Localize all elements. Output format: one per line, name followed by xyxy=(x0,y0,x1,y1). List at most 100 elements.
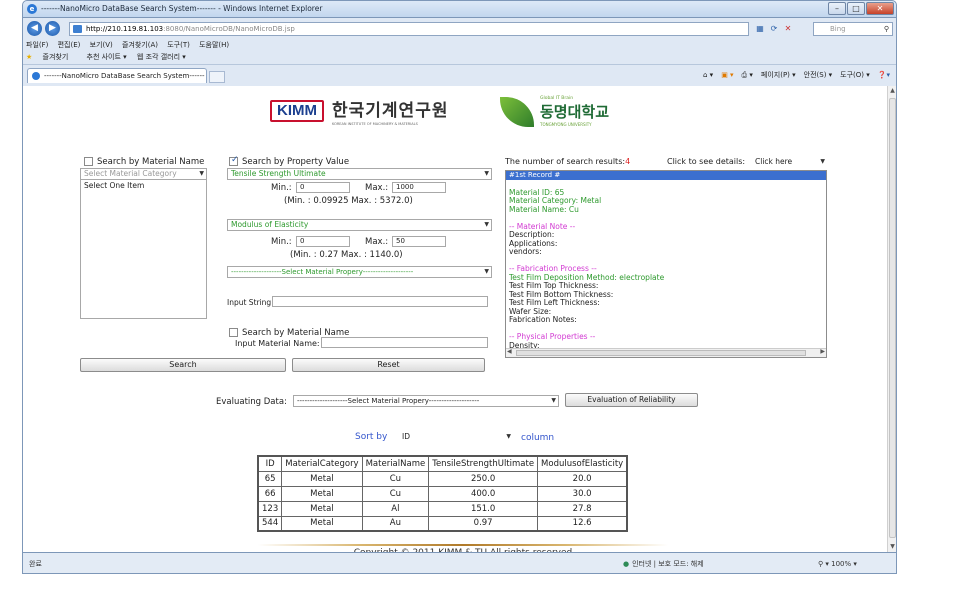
tools-menu[interactable]: 도구(O) ▾ xyxy=(840,69,870,81)
chevron-down-icon: ▼ xyxy=(820,158,825,165)
input-material-name-field[interactable] xyxy=(321,337,488,348)
menu-view[interactable]: 보기(V) xyxy=(90,41,113,49)
scroll-up-icon[interactable]: ▲ xyxy=(888,86,897,96)
security-zone[interactable]: 인터넷 | 보호 모드: 해제 xyxy=(623,553,704,575)
search-by-property-option[interactable]: Search by Property Value xyxy=(229,155,349,167)
scroll-right-icon[interactable]: ▶ xyxy=(820,348,825,355)
record-line: -- Material Note -- xyxy=(509,221,576,231)
status-bar: 완료 인터넷 | 보호 모드: 해제 ⚲ ▾ 100% ▾ xyxy=(22,552,897,574)
chevron-down-icon: ▼ xyxy=(199,170,204,177)
url-path: :8080/NanoMicroDB/NanoMicroDB.jsp xyxy=(163,25,295,33)
suggested-sites-link[interactable]: 추천 사이트 ▾ xyxy=(87,53,127,61)
property2-select[interactable]: Modulus of Elasticity ▼ xyxy=(227,219,492,231)
address-bar[interactable]: http://210.119.81.103:8080/NanoMicroDB/N… xyxy=(69,22,749,36)
vertical-scrollbar[interactable]: ▲ ▼ xyxy=(887,86,897,552)
column-header[interactable]: MaterialCategory xyxy=(281,455,363,472)
column-header[interactable]: MaterialName xyxy=(361,455,430,472)
search-by-material-name-option[interactable]: Search by Material Name xyxy=(84,157,204,167)
magnifier-icon: ⚲ ▾ xyxy=(818,560,829,568)
evaluation-of-reliability-button[interactable]: Evaluation of Reliability xyxy=(565,393,698,407)
property3-select[interactable]: --------------------Select Material Prop… xyxy=(227,266,492,278)
tab-current[interactable]: -------NanoMicro DataBase Search System-… xyxy=(27,68,207,94)
search-placeholder: Bing xyxy=(830,25,846,33)
print-icon[interactable]: ⎙ ▾ xyxy=(742,69,753,81)
favorites-bar: ★ 즐겨찾기 추천 사이트 ▾ 웹 조각 갤러리 ▾ xyxy=(23,51,896,63)
sort-column-label: column xyxy=(521,433,555,443)
sort-row: Sort by xyxy=(355,432,387,442)
maximize-button[interactable]: □ xyxy=(847,2,865,15)
table-row: 544 Metal Au 0.97 12.6 xyxy=(257,515,628,532)
compat-view-icon[interactable]: ▦ xyxy=(753,22,767,36)
results-table: ID MaterialCategory MaterialName TensileStr… xyxy=(257,455,629,532)
details-select[interactable]: Click here ▼ xyxy=(751,156,828,168)
search-box[interactable]: Bing ⚲ xyxy=(813,22,893,36)
minimize-button[interactable]: – xyxy=(828,2,846,15)
favorites-label: 즐겨찾기 xyxy=(42,53,69,61)
chevron-down-icon: ▼ xyxy=(484,268,489,275)
table-cell: Metal xyxy=(281,515,363,532)
menu-favorites[interactable]: 즐겨찾기(A) xyxy=(122,41,158,49)
safety-menu[interactable]: 안전(S) ▾ xyxy=(804,69,833,81)
table-cell: 123 xyxy=(257,500,283,517)
search-icon[interactable]: ⚲ xyxy=(884,23,889,35)
menu-help[interactable]: 도움말(H) xyxy=(199,41,229,49)
record-horizontal-scrollbar[interactable]: ◀ ▶ xyxy=(506,348,826,357)
scroll-thumb[interactable] xyxy=(889,98,896,538)
record-header: #1st Record # xyxy=(506,171,826,180)
evaluating-data-select[interactable]: --------------------Select Material Prop… xyxy=(293,395,559,407)
material-item-listbox[interactable]: Select One Item xyxy=(80,179,207,319)
chevron-down-icon: ▼ xyxy=(551,397,556,404)
scroll-left-icon[interactable]: ◀ xyxy=(507,348,512,355)
tu-leaf-icon xyxy=(500,96,534,127)
record-details-box[interactable]: #1st Record # Material ID: 65 Material Ca… xyxy=(505,170,827,358)
table-cell: Cu xyxy=(361,485,430,502)
browser-chrome: ◀ ▶ http://210.119.81.103:8080/NanoMicro… xyxy=(22,18,897,94)
reset-button[interactable]: Reset xyxy=(292,358,485,372)
help-icon[interactable]: ❓▾ xyxy=(878,69,890,81)
tab-page-icon xyxy=(32,72,40,80)
record-scroll-thumb[interactable] xyxy=(516,350,806,356)
favorites-button[interactable]: ★ 즐겨찾기 xyxy=(26,53,76,61)
status-text: 완료 xyxy=(29,560,42,568)
menu-tools[interactable]: 도구(T) xyxy=(167,41,190,49)
input-string-field[interactable] xyxy=(272,296,488,307)
evaluating-data-value: --------------------Select Material Prop… xyxy=(297,397,480,405)
property1-value: Tensile Strength Ultimate xyxy=(231,169,326,178)
sort-select[interactable]: ID ▼ xyxy=(398,431,514,443)
zoom-level[interactable]: ⚲ ▾ 100% ▾ xyxy=(818,553,857,575)
material-name-checkbox-2[interactable] xyxy=(229,328,238,337)
web-slice-gallery-link[interactable]: 웹 조각 갤러리 ▾ xyxy=(137,53,186,61)
close-button[interactable]: ✕ xyxy=(866,2,894,15)
list-item[interactable]: Select One Item xyxy=(84,181,203,190)
menu-file[interactable]: 파일(F) xyxy=(26,41,48,49)
menu-edit[interactable]: 편집(E) xyxy=(58,41,81,49)
page-menu[interactable]: 페이지(P) ▾ xyxy=(761,69,796,81)
search-button[interactable]: Search xyxy=(80,358,286,372)
feeds-icon[interactable]: ▣ ▾ xyxy=(721,69,733,81)
prop2-min-input[interactable]: 0 xyxy=(296,236,350,247)
forward-arrow-icon[interactable]: ▶ xyxy=(45,21,60,36)
table-cell: 65 xyxy=(257,470,283,487)
prop1-max-input[interactable]: 1000 xyxy=(392,182,446,193)
stop-icon[interactable]: ✕ xyxy=(781,22,795,36)
column-header[interactable]: ModulusofElasticity xyxy=(537,455,628,472)
table-row: 66 Metal Cu 400.0 30.0 xyxy=(257,485,628,502)
prop1-min-input[interactable]: 0 xyxy=(296,182,350,193)
input-material-name-label: Input Material Name: xyxy=(235,339,320,348)
column-header[interactable]: ID xyxy=(257,455,283,472)
record-line: Test Film Left Thickness: xyxy=(509,298,600,307)
sort-select-value: ID xyxy=(402,432,410,441)
property1-select[interactable]: Tensile Strength Ultimate ▼ xyxy=(227,168,492,180)
home-icon[interactable]: ⌂ ▾ xyxy=(703,69,713,81)
prop2-max-input[interactable]: 50 xyxy=(392,236,446,247)
results-count-value: 4 xyxy=(625,157,631,166)
column-header[interactable]: TensileStrengthUltimate xyxy=(428,455,539,472)
address-row: ◀ ▶ http://210.119.81.103:8080/NanoMicro… xyxy=(23,20,896,38)
refresh-icon[interactable]: ⟳ xyxy=(767,22,781,36)
back-arrow-icon[interactable]: ◀ xyxy=(27,21,42,36)
new-tab-button[interactable] xyxy=(209,71,225,83)
scroll-down-icon[interactable]: ▼ xyxy=(888,542,897,552)
details-select-value: Click here xyxy=(755,157,793,166)
property-value-checkbox[interactable] xyxy=(229,155,239,166)
material-name-checkbox[interactable] xyxy=(84,157,93,166)
